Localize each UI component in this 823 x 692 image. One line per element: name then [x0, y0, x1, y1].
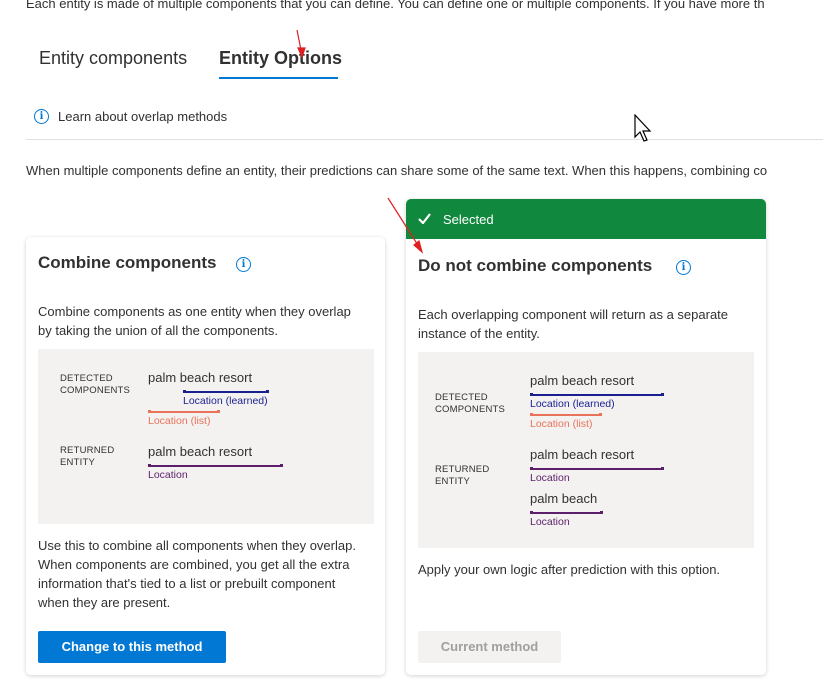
mouse-cursor-icon: [634, 114, 652, 142]
combine-card-body: Combine components as one entity when th…: [38, 304, 351, 338]
learned-span-label: Location (learned): [530, 398, 615, 410]
returned-entity-label: RETURNED ENTITY: [60, 445, 115, 468]
returned-span-label: Location: [148, 469, 188, 481]
combine-card-title: Combine components: [38, 253, 217, 272]
detected-phrase: palm beach resort: [148, 370, 253, 385]
returned-span-line-2: [530, 511, 603, 514]
learned-span-label: Location (learned): [183, 395, 268, 407]
returned-span-label-1: Location: [530, 472, 570, 484]
do-not-combine-card: Selected Do not combine components i Eac…: [406, 199, 766, 675]
learned-span-line: [530, 393, 664, 396]
intro-text: Each entity is made of multiple componen…: [26, 0, 765, 11]
detected-components-label: DETECTED COMPONENTS: [435, 392, 506, 415]
separate-card-footer: Apply your own logic after prediction wi…: [418, 562, 721, 577]
separate-illustration: DETECTED COMPONENTS palm beach resort Lo…: [418, 352, 754, 548]
combine-card-footer: Use this to combine all components when …: [38, 538, 356, 610]
returned-span-label-2: Location: [530, 516, 570, 528]
overlap-description: When multiple components define an entit…: [26, 163, 768, 178]
learned-span-line: [183, 390, 269, 393]
returned-phrase-1: palm beach resort: [530, 447, 635, 462]
divider: [26, 139, 823, 140]
combine-components-card: Combine components i Combine components …: [26, 237, 385, 675]
returned-phrase-2: palm beach: [530, 491, 598, 506]
list-span-line: [148, 410, 220, 413]
separate-card-body: Each overlapping component will return a…: [418, 307, 729, 341]
separate-info-icon[interactable]: i: [676, 260, 691, 275]
list-span-label: Location (list): [530, 418, 593, 430]
selected-banner: Selected: [406, 199, 766, 239]
separate-card-title: Do not combine components: [418, 256, 653, 275]
tab-entity-options[interactable]: Entity Options: [219, 48, 342, 69]
returned-span-line-1: [530, 467, 664, 470]
active-tab-indicator: [219, 77, 338, 79]
returned-span-line: [148, 464, 283, 467]
list-span-label: Location (list): [148, 415, 211, 427]
change-method-button[interactable]: Change to this method: [38, 631, 226, 663]
current-method-button: Current method: [418, 631, 561, 663]
selected-label: Selected: [443, 212, 494, 227]
checkmark-icon: [418, 213, 431, 224]
learn-overlap-label: Learn about overlap methods: [58, 109, 228, 124]
list-span-line: [530, 413, 602, 416]
returned-phrase: palm beach resort: [148, 444, 253, 459]
combine-info-icon[interactable]: i: [236, 257, 251, 272]
tab-entity-components[interactable]: Entity components: [39, 48, 187, 69]
combine-illustration: DETECTED COMPONENTS palm beach resort Lo…: [38, 349, 374, 524]
returned-entity-label: RETURNED ENTITY: [435, 464, 490, 487]
detected-components-label: DETECTED COMPONENTS: [60, 373, 131, 396]
learn-overlap-link[interactable]: i Learn about overlap methods: [34, 109, 227, 124]
detected-phrase: palm beach resort: [530, 373, 635, 388]
info-icon: i: [34, 109, 49, 124]
